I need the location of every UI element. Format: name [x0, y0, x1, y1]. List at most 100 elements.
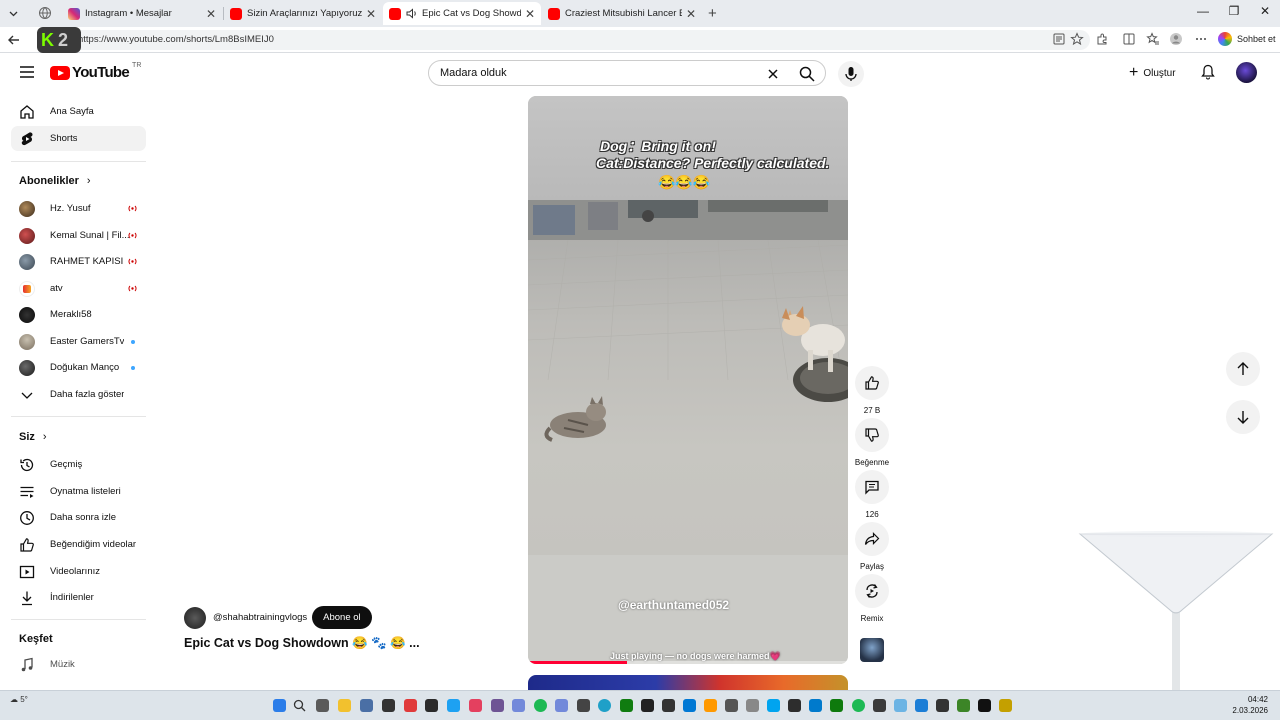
favorite-star-icon[interactable] [1070, 32, 1084, 46]
like-action[interactable]: 27 B [854, 366, 890, 415]
dislike-action[interactable]: Beğenme [854, 418, 890, 467]
search-box[interactable]: Madara olduk [428, 60, 826, 86]
sidebar-channel-easter-gamerstv[interactable]: Easter GamersTv [11, 329, 146, 354]
app-icon[interactable] [491, 699, 504, 712]
close-tab-icon[interactable]: ✕ [525, 7, 535, 21]
app-icon[interactable] [447, 699, 460, 712]
app-icon[interactable] [469, 699, 482, 712]
minimize-button[interactable]: — [1188, 4, 1218, 18]
app-icon[interactable] [936, 699, 949, 712]
app-icon[interactable] [767, 699, 780, 712]
copilot-chat-button[interactable]: Sohbet et [1218, 32, 1276, 46]
search-input[interactable]: Madara olduk [440, 67, 507, 79]
app-icon[interactable] [641, 699, 654, 712]
vscode-icon[interactable] [809, 699, 822, 712]
sidebar-channel-rahmet-kapisi[interactable]: RAHMET KAPISI [11, 249, 146, 274]
comments-action[interactable]: 126 [854, 470, 890, 519]
menu-icon[interactable] [20, 66, 34, 78]
start-icon[interactable] [273, 699, 286, 712]
short-title[interactable]: Epic Cat vs Dog Showdown 😂 🐾 😂 ... [184, 636, 420, 651]
profile-icon[interactable] [1169, 32, 1183, 46]
app-icon[interactable] [788, 699, 801, 712]
system-clock[interactable]: 04:42 2.03.2026 [1228, 694, 1268, 716]
app-icon[interactable] [915, 699, 928, 712]
dislike-button[interactable] [855, 418, 889, 452]
task-view-icon[interactable] [316, 699, 329, 712]
next-short-button[interactable] [1226, 400, 1260, 434]
app-icon[interactable] [404, 699, 417, 712]
app-icon[interactable] [425, 699, 438, 712]
sidebar-item-watch-later[interactable]: Daha sonra izle [11, 505, 146, 530]
close-window-button[interactable]: ✕ [1250, 4, 1280, 18]
tab-sizin-araclar[interactable]: Sizin Araçlarınızı Yapıyoruz 1. Bölüm ✕ [224, 2, 382, 25]
close-tab-icon[interactable]: ✕ [686, 7, 696, 21]
share-button[interactable] [855, 522, 889, 556]
minecraft-icon[interactable] [957, 699, 970, 712]
channel-thumbnail[interactable] [860, 638, 884, 662]
sidebar-channel-hz-yusuf[interactable]: Hz. Yusuf [11, 196, 146, 221]
remix-button[interactable] [855, 574, 889, 608]
app-icon[interactable] [360, 699, 373, 712]
app-icon[interactable] [577, 699, 590, 712]
clear-search-icon[interactable] [766, 67, 780, 81]
sidebar-item-history[interactable]: Geçmiş [11, 452, 146, 477]
sidebar-item-home[interactable]: Ana Sayfa [11, 99, 146, 124]
xbox-icon[interactable] [620, 699, 633, 712]
app-icon[interactable] [978, 699, 991, 712]
app-icon[interactable] [683, 699, 696, 712]
app-icon[interactable] [555, 699, 568, 712]
app-icon[interactable] [873, 699, 886, 712]
maximize-button[interactable]: ❐ [1219, 4, 1249, 18]
app-icon[interactable] [852, 699, 865, 712]
sidebar-item-your-videos[interactable]: Videolarınız [11, 559, 146, 584]
channel-avatar[interactable] [184, 606, 206, 629]
split-screen-icon[interactable] [1122, 32, 1136, 46]
app-icon[interactable] [999, 699, 1012, 712]
app-icon[interactable] [725, 699, 738, 712]
app-icon[interactable] [894, 699, 907, 712]
speaker-icon[interactable] [406, 8, 418, 19]
close-tab-icon[interactable]: ✕ [366, 7, 376, 21]
remix-action[interactable]: Remix [854, 574, 890, 623]
app-icon[interactable] [830, 699, 843, 712]
sidebar-item-liked-videos[interactable]: Beğendiğim videolar [11, 532, 146, 557]
tab-mitsubishi[interactable]: Craziest Mitsubishi Lancer Evolution ✕ [542, 2, 702, 25]
create-button[interactable]: + Oluştur [1122, 60, 1186, 86]
extensions-icon[interactable] [1095, 32, 1109, 46]
account-avatar[interactable] [1236, 62, 1257, 83]
short-video-player[interactable]: Dog：Bring it on! Cat:Distance? Perfectly… [528, 96, 848, 664]
search-taskbar-icon[interactable] [293, 699, 306, 712]
reader-mode-icon[interactable] [1052, 32, 1066, 46]
youtube-logo[interactable]: YouTube TR [50, 62, 141, 81]
app-icon[interactable] [746, 699, 759, 712]
comments-button[interactable] [855, 470, 889, 504]
globe-icon[interactable] [38, 6, 52, 20]
close-tab-icon[interactable]: ✕ [206, 7, 216, 21]
tab-actions-icon[interactable] [6, 6, 21, 21]
app-icon[interactable] [704, 699, 717, 712]
sidebar-channel-dogukan-manco[interactable]: Doğukan Manço [11, 355, 146, 380]
notifications-bell-icon[interactable] [1200, 64, 1216, 80]
new-tab-button[interactable]: + [708, 5, 717, 22]
app-icon[interactable] [662, 699, 675, 712]
sidebar-item-playlists[interactable]: Oynatma listeleri [11, 479, 146, 504]
sidebar-item-shorts[interactable]: Shorts [11, 126, 146, 151]
search-icon[interactable] [799, 66, 815, 82]
sidebar-show-more[interactable]: Daha fazla göster [11, 382, 146, 407]
sidebar-channel-merakli58[interactable]: Meraklı58 [11, 302, 146, 327]
discord-icon[interactable] [512, 699, 525, 712]
file-explorer-icon[interactable] [338, 699, 351, 712]
like-button[interactable] [855, 366, 889, 400]
subscriptions-header[interactable]: Abonelikler › [19, 175, 91, 187]
previous-short-button[interactable] [1226, 352, 1260, 386]
tab-instagram[interactable]: Instagram • Mesajlar ✕ [62, 2, 222, 25]
video-progress-bar[interactable] [528, 661, 848, 664]
sidebar-item-music[interactable]: Müzik [11, 652, 146, 677]
more-menu-icon[interactable] [1194, 32, 1208, 46]
spotify-icon[interactable] [534, 699, 547, 712]
favorites-icon[interactable] [1146, 32, 1160, 46]
share-action[interactable]: Paylaş [854, 522, 890, 571]
subscribe-button[interactable]: Abone ol [312, 606, 372, 629]
sidebar-channel-atv[interactable]: atv [11, 276, 146, 301]
sidebar-item-downloads[interactable]: İndirilenler [11, 585, 146, 610]
